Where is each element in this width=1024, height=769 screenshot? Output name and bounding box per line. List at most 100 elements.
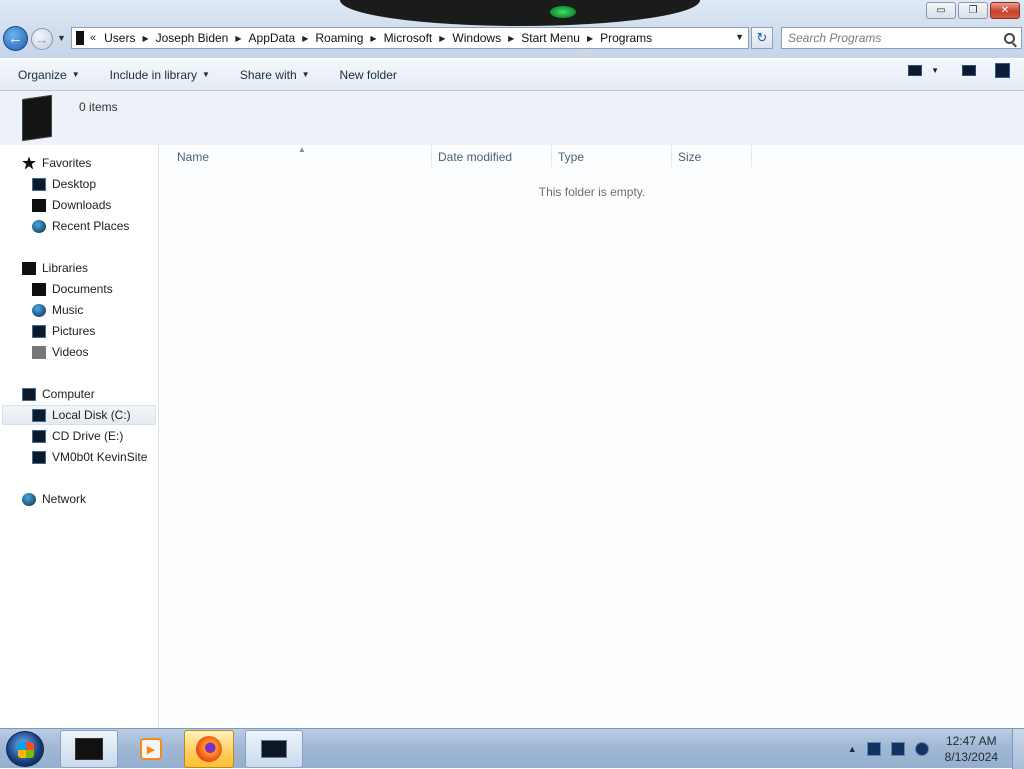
refresh-button[interactable]: ↻: [751, 27, 773, 49]
preview-pane-button[interactable]: [961, 64, 977, 78]
navigation-pane: Favorites Desktop Downloads Recent Place…: [0, 145, 159, 728]
chevron-right-icon[interactable]: ▶: [439, 34, 445, 43]
search-input[interactable]: Search Programs: [781, 27, 1022, 49]
media-player-icon: ▶: [140, 738, 162, 760]
sidebar-item-label: Pictures: [52, 324, 96, 338]
folder-icon: [76, 31, 84, 45]
computer-icon: [22, 387, 36, 401]
sidebar-item-favorites[interactable]: Favorites: [22, 153, 91, 173]
chevron-right-icon[interactable]: ▶: [302, 34, 308, 43]
show-desktop-button[interactable]: [1012, 729, 1024, 769]
column-header-date-modified[interactable]: Date modified: [431, 145, 551, 169]
folder-icon: [22, 94, 52, 142]
sidebar-item-label: Documents: [52, 282, 113, 296]
column-label: Type: [558, 150, 585, 164]
breadcrumb-microsoft[interactable]: Microsoft: [384, 31, 433, 45]
items-count: 0 items: [79, 100, 118, 114]
sidebar-item-label: Network: [42, 492, 87, 506]
desktop-icon: [32, 177, 46, 191]
include-in-library-button[interactable]: Include in library ▼: [101, 63, 219, 87]
breadcrumb-start-menu[interactable]: Start Menu: [521, 31, 580, 45]
column-header-name[interactable]: Name: [160, 145, 431, 169]
forward-button[interactable]: →: [31, 28, 53, 50]
sidebar-item-videos[interactable]: Videos: [32, 342, 88, 362]
breadcrumb-overflow[interactable]: «: [90, 32, 96, 44]
column-divider[interactable]: [751, 145, 752, 167]
breadcrumb-windows[interactable]: Windows: [452, 31, 501, 45]
minimize-button[interactable]: ▭: [926, 2, 956, 19]
sidebar-item-label: Local Disk (C:): [52, 408, 131, 422]
network-icon: [22, 492, 36, 506]
sidebar-item-computer[interactable]: Computer: [22, 384, 95, 404]
breadcrumb-roaming[interactable]: Roaming: [315, 31, 363, 45]
clock-date: 8/13/2024: [944, 750, 998, 764]
breadcrumb-joseph-biden[interactable]: Joseph Biden: [156, 31, 229, 45]
help-icon[interactable]: [995, 63, 1010, 78]
sidebar-item-label: Libraries: [42, 261, 89, 275]
taskbar: ▶ ▲ 12:47 AM 8/13/2024: [0, 728, 1024, 769]
forward-arrow-icon: →: [35, 31, 49, 47]
taskbar-explorer-button[interactable]: [60, 730, 118, 768]
organize-label: Organize: [18, 67, 67, 82]
file-list[interactable]: Name ▲ Date modified Type Size This fold…: [160, 145, 1024, 728]
column-header-type[interactable]: Type: [551, 145, 671, 169]
taskbar-firefox-button[interactable]: [184, 730, 234, 768]
volume-icon[interactable]: [914, 742, 929, 756]
sidebar-item-downloads[interactable]: Downloads: [32, 195, 111, 215]
chevron-right-icon[interactable]: ▶: [370, 34, 376, 43]
column-header-size[interactable]: Size: [671, 145, 751, 169]
new-folder-button[interactable]: New folder: [331, 63, 406, 87]
chevron-right-icon[interactable]: ▶: [235, 34, 241, 43]
network-status-icon[interactable]: [890, 742, 905, 756]
address-history-dropdown[interactable]: ▼: [735, 32, 744, 42]
start-button[interactable]: [6, 731, 44, 767]
close-button[interactable]: ✕: [990, 2, 1020, 19]
organize-menu-button[interactable]: Organize ▼: [9, 63, 89, 87]
sidebar-item-pictures[interactable]: Pictures: [32, 321, 95, 341]
sidebar-item-label: Music: [52, 303, 84, 317]
view-controls: ▼: [899, 63, 1024, 78]
sidebar-item-desktop[interactable]: Desktop: [32, 174, 96, 194]
firefox-icon: [196, 736, 222, 762]
sidebar-item-music[interactable]: Music: [32, 300, 83, 320]
chevron-right-icon[interactable]: ▶: [142, 34, 148, 43]
restore-button[interactable]: ❐: [958, 2, 988, 19]
share-with-button[interactable]: Share with ▼: [231, 63, 319, 87]
sidebar-item-label: Recent Places: [52, 219, 130, 233]
system-tray: ▲ 12:47 AM 8/13/2024: [848, 729, 1024, 769]
column-label: Name: [177, 150, 210, 164]
show-hidden-icons-button[interactable]: ▲: [848, 744, 857, 754]
sidebar-item-recent-places[interactable]: Recent Places: [32, 216, 129, 236]
sidebar-item-documents[interactable]: Documents: [32, 279, 113, 299]
breadcrumb-appdata[interactable]: AppData: [249, 31, 296, 45]
change-view-button[interactable]: [907, 64, 923, 78]
action-center-icon[interactable]: [866, 742, 881, 756]
remote-desktop-icon: [261, 740, 287, 758]
back-button[interactable]: ←: [3, 26, 28, 51]
music-icon: [32, 303, 46, 317]
chevron-down-icon: ▼: [301, 70, 310, 79]
recent-pages-dropdown[interactable]: ▼: [57, 33, 66, 43]
sidebar-item-network-drive[interactable]: VM0b0t KevinSite: [32, 447, 147, 467]
view-options-dropdown[interactable]: ▼: [931, 66, 939, 75]
sidebar-item-cd-drive-e[interactable]: CD Drive (E:): [32, 426, 123, 446]
pictures-icon: [32, 324, 46, 338]
taskbar-remote-desktop-button[interactable]: [245, 730, 303, 768]
sidebar-item-label: Videos: [52, 345, 89, 359]
window-title-bar: ▭ ❐ ✕ ← → ▼ « Users ▶ Joseph Biden ▶ App…: [0, 0, 1024, 58]
breadcrumb-users[interactable]: Users: [104, 31, 135, 45]
chevron-right-icon[interactable]: ▶: [508, 34, 514, 43]
sidebar-item-local-disk-c[interactable]: Local Disk (C:): [2, 405, 156, 425]
taskbar-media-player-button[interactable]: ▶: [122, 730, 180, 768]
back-arrow-icon: ←: [8, 30, 23, 47]
sidebar-item-network[interactable]: Network: [22, 489, 86, 509]
sort-ascending-icon: ▲: [298, 145, 306, 154]
address-bar[interactable]: « Users ▶ Joseph Biden ▶ AppData ▶ Roami…: [71, 27, 749, 49]
search-icon[interactable]: [1004, 32, 1015, 44]
sidebar-item-label: VM0b0t KevinSite: [52, 450, 148, 464]
breadcrumb-programs[interactable]: Programs: [600, 31, 652, 45]
sidebar-item-libraries[interactable]: Libraries: [22, 258, 88, 278]
libraries-icon: [22, 261, 36, 275]
chevron-right-icon[interactable]: ▶: [587, 34, 593, 43]
clock[interactable]: 12:47 AM 8/13/2024: [945, 733, 998, 765]
